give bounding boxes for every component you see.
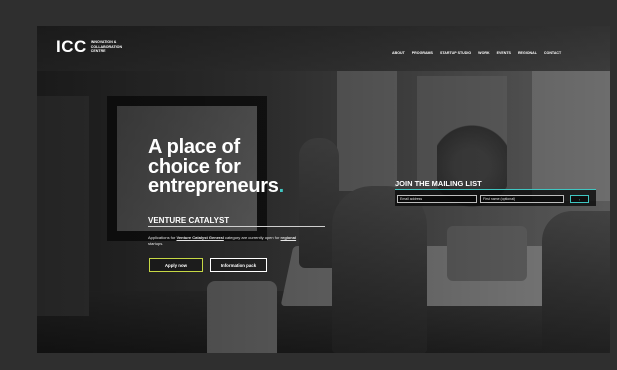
- nav-item-regional[interactable]: REGIONAL: [518, 51, 537, 55]
- headline-line: entrepreneurs.: [148, 175, 348, 197]
- information-pack-button[interactable]: Information pack: [210, 258, 267, 272]
- logo-mark: ICC: [56, 37, 87, 56]
- website-screenshot: ICC INNOVATION & COLLABORATION CENTRE AB…: [37, 26, 610, 353]
- headline-word: entrepreneurs: [148, 175, 279, 197]
- email-field[interactable]: Email address: [397, 195, 477, 203]
- hero-headline: A place of choice for entrepreneurs.: [148, 136, 348, 197]
- nav-item-about[interactable]: ABOUT: [392, 51, 405, 55]
- nav-item-programs[interactable]: PROGRAMS: [412, 51, 433, 55]
- logo-line: CENTRE: [90, 49, 106, 54]
- venture-description: Applications for Venture Catalyst Genera…: [148, 235, 298, 247]
- nav-item-contact[interactable]: CONTACT: [544, 51, 561, 55]
- site-logo[interactable]: ICC INNOVATION & COLLABORATION CENTRE: [56, 37, 122, 57]
- chevron-right-icon: ›: [578, 196, 581, 202]
- apply-now-button[interactable]: Apply now: [149, 258, 203, 272]
- regional-link[interactable]: regional: [281, 235, 297, 240]
- venture-divider: [148, 226, 325, 227]
- venture-general-link[interactable]: Venture Catalyst General: [176, 235, 223, 240]
- venture-catalyst-title: VENTURE CATALYST: [148, 216, 230, 225]
- mailing-list-title: JOIN THE MAILING LIST: [395, 179, 482, 188]
- headline-line: A place of: [148, 136, 240, 158]
- nav-item-work[interactable]: WORK: [478, 51, 489, 55]
- venture-desc-text: category are currently open for: [223, 235, 281, 240]
- headline-accent-dot: .: [278, 175, 285, 197]
- venture-desc-text: startups.: [148, 241, 164, 246]
- nav-item-startup-studio[interactable]: STARTUP STUDIO: [440, 51, 471, 55]
- first-name-field[interactable]: First name (optional): [480, 195, 564, 203]
- logo-text: INNOVATION & COLLABORATION CENTRE: [91, 40, 122, 53]
- venture-desc-text: Applications for: [148, 235, 177, 240]
- mailing-submit-button[interactable]: ›: [570, 195, 589, 203]
- nav-item-events[interactable]: EVENTS: [497, 51, 511, 55]
- main-nav: ABOUT PROGRAMS STARTUP STUDIO WORK EVENT…: [392, 51, 561, 55]
